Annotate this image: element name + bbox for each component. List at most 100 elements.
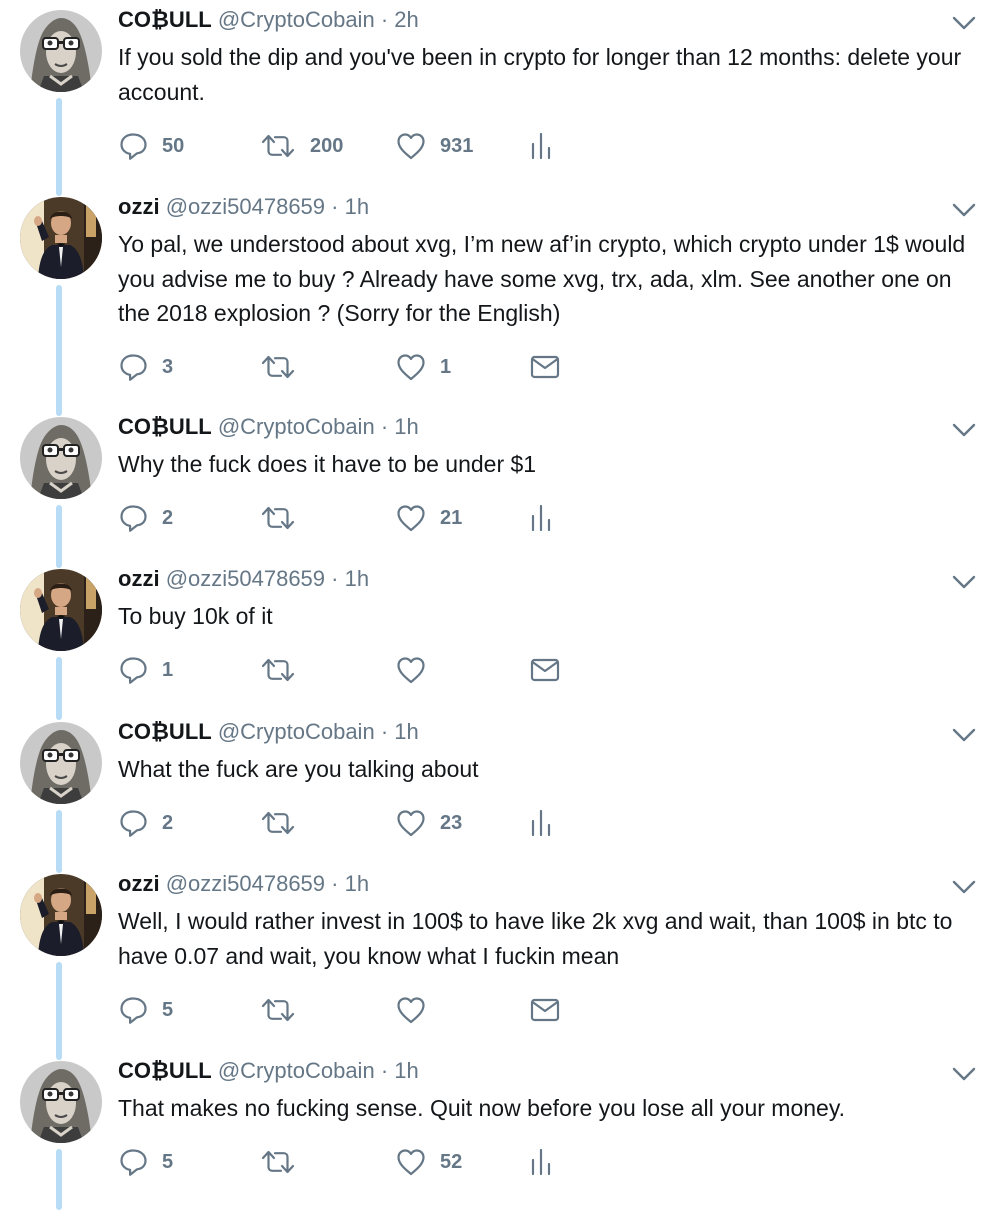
tweet-header: ozzi @ozzi50478659 · 1h <box>118 870 369 898</box>
timestamp[interactable]: 1h <box>345 566 369 591</box>
chevron-down-icon[interactable] <box>951 726 977 744</box>
timestamp[interactable]: 1h <box>394 1058 418 1083</box>
retweet-button[interactable] <box>260 502 310 534</box>
tweet-header: ozzi @ozzi50478659 · 1h <box>118 193 369 221</box>
avatar[interactable] <box>20 197 102 279</box>
display-name[interactable]: ozzi <box>118 194 160 219</box>
analytics-button[interactable] <box>530 807 552 839</box>
tweet-text: To buy 10k of it <box>118 603 273 629</box>
tweet-header: ozzi @ozzi50478659 · 1h <box>118 565 369 593</box>
timestamp[interactable]: 1h <box>345 871 369 896</box>
like-count: 931 <box>440 134 474 157</box>
user-handle[interactable]: @CryptoCobain <box>218 719 375 744</box>
chevron-down-icon[interactable] <box>951 421 977 439</box>
retweet-button[interactable] <box>260 1146 310 1178</box>
display-name[interactable]: CO₿ULL <box>118 1058 212 1083</box>
user-handle[interactable]: @ozzi50478659 <box>166 566 325 591</box>
retweet-button[interactable] <box>260 351 310 383</box>
display-name[interactable]: CO₿ULL <box>118 7 212 32</box>
retweet-count: 200 <box>310 134 344 157</box>
analytics-button[interactable] <box>530 130 552 162</box>
reply-icon <box>118 995 148 1025</box>
tweet-header: CO₿ULL @CryptoCobain · 1h <box>118 413 419 441</box>
like-button[interactable]: 52 <box>396 1146 462 1178</box>
user-handle[interactable]: @CryptoCobain <box>218 7 375 32</box>
reply-button[interactable]: 5 <box>118 994 173 1026</box>
reply-count: 5 <box>162 998 174 1021</box>
chevron-down-icon[interactable] <box>951 1065 977 1083</box>
timestamp[interactable]: 1h <box>345 194 369 219</box>
like-button[interactable]: 21 <box>396 502 462 534</box>
analytics-button[interactable] <box>530 502 552 534</box>
tweet[interactable]: CO₿ULL @CryptoCobain · 1h Why the fuck do… <box>0 407 1007 568</box>
avatar[interactable] <box>20 417 102 499</box>
heart-icon <box>396 996 426 1024</box>
like-button[interactable]: 23 <box>396 807 462 839</box>
user-handle[interactable]: @ozzi50478659 <box>166 194 325 219</box>
tweet-header: CO₿ULL @CryptoCobain · 1h <box>118 1057 419 1085</box>
like-button[interactable]: 1 <box>396 351 451 383</box>
retweet-button[interactable] <box>260 994 310 1026</box>
timestamp[interactable]: 2h <box>394 7 418 32</box>
direct-message-button[interactable] <box>530 351 560 383</box>
timestamp[interactable]: 1h <box>394 719 418 744</box>
tweet[interactable]: ozzi @ozzi50478659 · 1h Yo pal, we unders… <box>0 187 1007 416</box>
avatar[interactable] <box>20 722 102 804</box>
chevron-down-icon[interactable] <box>951 201 977 219</box>
tweet-text: What the fuck are you talking about <box>118 756 479 782</box>
thread-line <box>56 657 62 720</box>
tweet-actions: 2 21 <box>118 502 978 534</box>
retweet-button[interactable]: 200 <box>260 130 343 162</box>
analytics-button[interactable] <box>530 1146 552 1178</box>
display-name[interactable]: ozzi <box>118 871 160 896</box>
like-button[interactable]: 931 <box>396 130 473 162</box>
conversation-thread: CO₿ULL @CryptoCobain · 2h If you sold the… <box>0 0 1007 1210</box>
tweet[interactable]: CO₿ULL @CryptoCobain · 1h That makes no f… <box>0 1051 1007 1210</box>
reply-button[interactable]: 50 <box>118 130 184 162</box>
direct-message-button[interactable] <box>530 654 560 686</box>
tweet[interactable]: CO₿ULL @CryptoCobain · 1h What the fuck a… <box>0 712 1007 873</box>
envelope-icon <box>530 998 560 1022</box>
tweet-header: CO₿ULL @CryptoCobain · 1h <box>118 718 419 746</box>
tweet[interactable]: CO₿ULL @CryptoCobain · 2h If you sold the… <box>0 0 1007 196</box>
display-name[interactable]: CO₿ULL <box>118 719 212 744</box>
avatar[interactable] <box>20 10 102 92</box>
user-handle[interactable]: @CryptoCobain <box>218 414 375 439</box>
display-name[interactable]: ozzi <box>118 566 160 591</box>
reply-button[interactable]: 3 <box>118 351 173 383</box>
like-button[interactable] <box>396 994 440 1026</box>
reply-button[interactable]: 2 <box>118 502 173 534</box>
reply-count: 1 <box>162 658 174 681</box>
envelope-icon <box>530 658 560 682</box>
separator-dot: · <box>380 719 389 744</box>
tweet[interactable]: ozzi @ozzi50478659 · 1h Well, I would rat… <box>0 864 1007 1060</box>
tweet[interactable]: ozzi @ozzi50478659 · 1h To buy 10k of it 1 <box>0 559 1007 720</box>
retweet-button[interactable] <box>260 807 310 839</box>
separator-dot: · <box>331 194 339 219</box>
reply-button[interactable]: 2 <box>118 807 173 839</box>
timestamp[interactable]: 1h <box>394 414 418 439</box>
reply-icon <box>118 808 148 838</box>
user-handle[interactable]: @CryptoCobain <box>218 1058 375 1083</box>
tweet-actions: 2 23 <box>118 807 978 839</box>
tweet-header: CO₿ULL @CryptoCobain · 2h <box>118 6 419 34</box>
avatar[interactable] <box>20 1061 102 1143</box>
chevron-down-icon[interactable] <box>951 878 977 896</box>
reply-button[interactable]: 1 <box>118 654 173 686</box>
retweet-icon <box>260 997 296 1023</box>
user-handle[interactable]: @ozzi50478659 <box>166 871 325 896</box>
chevron-down-icon[interactable] <box>951 573 977 591</box>
like-button[interactable] <box>396 654 440 686</box>
tweet-text: That makes no fucking sense. Quit now be… <box>118 1095 846 1121</box>
display-name[interactable]: CO₿ULL <box>118 414 212 439</box>
retweet-button[interactable] <box>260 654 310 686</box>
reply-button[interactable]: 5 <box>118 1146 173 1178</box>
avatar[interactable] <box>20 569 102 651</box>
like-count: 1 <box>440 355 452 378</box>
tweet-actions: 1 <box>118 654 978 686</box>
heart-icon <box>396 504 426 532</box>
direct-message-button[interactable] <box>530 994 560 1026</box>
reply-icon <box>118 352 148 382</box>
chevron-down-icon[interactable] <box>951 14 977 32</box>
avatar[interactable] <box>20 874 102 956</box>
